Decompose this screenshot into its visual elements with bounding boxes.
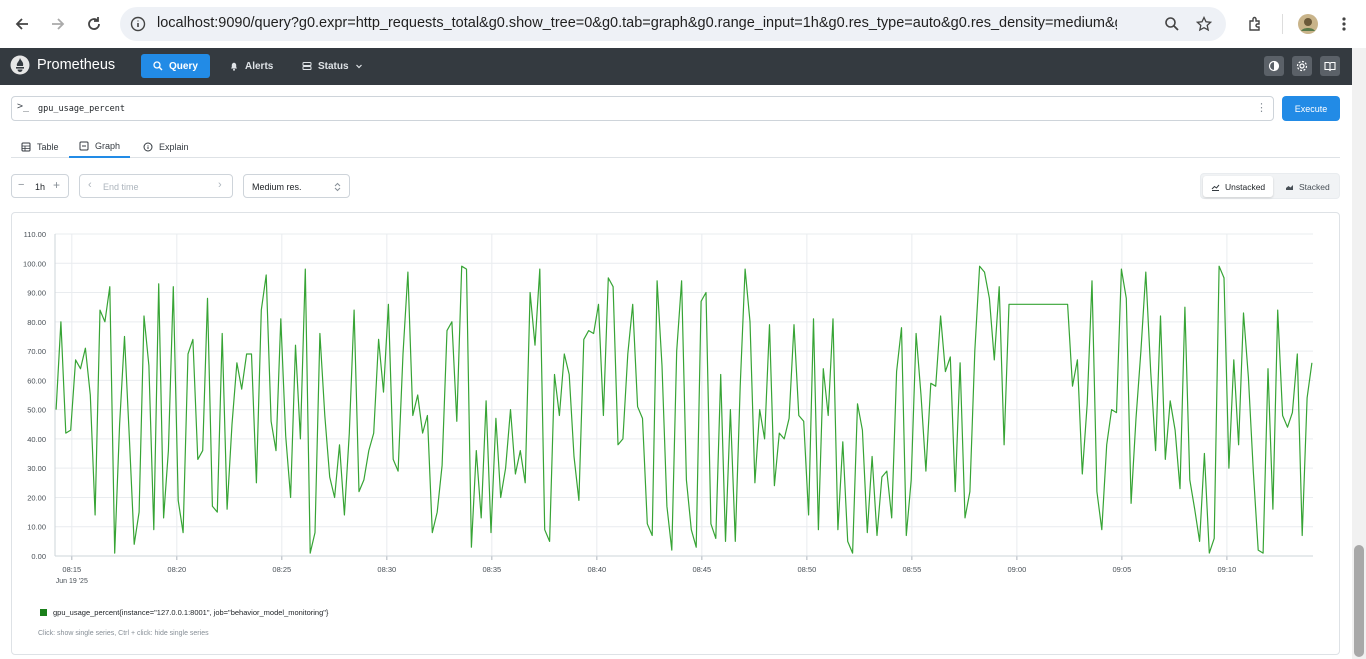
prompt-icon: >_ — [17, 101, 30, 112]
graph-icon — [79, 141, 89, 150]
browser-toolbar: localhost:9090/query?g0.expr=http_reques… — [0, 0, 1366, 48]
x-tick-label: 08:30 — [377, 565, 396, 574]
y-tick-label: 100.00 — [23, 259, 46, 268]
extensions-icon[interactable] — [1243, 12, 1267, 36]
nav-query[interactable]: Query — [141, 54, 210, 78]
range-input[interactable]: − 1h + — [11, 174, 69, 198]
tab-table-label: Table — [37, 141, 59, 152]
bookmark-star-icon[interactable] — [1194, 14, 1214, 34]
menu-kebab-icon[interactable] — [1332, 12, 1356, 36]
chevron-down-icon — [355, 64, 362, 69]
y-tick-label: 20.00 — [27, 493, 46, 502]
legend-swatch — [40, 609, 47, 616]
search-icon — [153, 61, 163, 71]
range-value: 1h — [35, 182, 46, 192]
x-tick-label: 08:45 — [692, 565, 711, 574]
gear-icon — [1296, 60, 1308, 72]
expression-menu-icon[interactable]: ⋮ — [1256, 101, 1267, 114]
y-tick-label: 0.00 — [31, 552, 46, 561]
x-tick-label: 09:10 — [1218, 565, 1237, 574]
brand[interactable]: Prometheus — [10, 55, 115, 75]
settings-button[interactable] — [1292, 56, 1312, 76]
address-bar[interactable]: localhost:9090/query?g0.expr=http_reques… — [120, 7, 1226, 41]
y-tick-label: 110.00 — [24, 230, 46, 239]
end-time-input[interactable]: ‹ End time › — [79, 174, 233, 198]
legend-series-label: gpu_usage_percent{instance="127.0.0.1:80… — [53, 608, 329, 617]
x-tick-label: 08:20 — [167, 565, 186, 574]
x-tick-label: 09:00 — [1007, 565, 1026, 574]
x-tick-label: 08:35 — [482, 565, 501, 574]
previous-time-icon[interactable]: ‹ — [88, 179, 92, 191]
forward-icon[interactable] — [46, 12, 70, 36]
nav-status[interactable]: Status — [290, 54, 375, 78]
increase-range-icon[interactable]: + — [53, 178, 60, 192]
prometheus-logo-icon — [10, 55, 30, 75]
scrollbar-thumb[interactable] — [1354, 545, 1364, 657]
select-arrows-icon — [334, 182, 341, 192]
area-chart-icon — [1286, 184, 1293, 190]
y-tick-label: 80.00 — [27, 318, 46, 327]
server-icon — [302, 62, 312, 70]
unstacked-option[interactable]: Unstacked — [1203, 176, 1274, 197]
x-tick-label: 08:50 — [797, 565, 816, 574]
x-tick-sublabel: Jun 19 '25 — [56, 578, 88, 585]
tab-graph-label: Graph — [95, 140, 121, 151]
y-tick-label: 90.00 — [27, 289, 46, 298]
tab-graph[interactable]: Graph — [69, 135, 131, 158]
nav-alerts-label: Alerts — [245, 60, 274, 72]
stacked-label: Stacked — [1299, 181, 1330, 192]
y-tick-label: 30.00 — [27, 464, 46, 473]
expression-text[interactable]: gpu_usage_percent — [38, 104, 125, 114]
info-icon — [143, 142, 153, 151]
tab-explain-label: Explain — [159, 141, 189, 152]
decrease-range-icon[interactable]: − — [18, 179, 24, 191]
resolution-value: Medium res. — [252, 182, 302, 192]
line-chart[interactable]: 0.00 10.00 20.00 30.00 40.00 50.00 60.00 70.00 8… — [0, 220, 1340, 590]
brand-name: Prometheus — [37, 57, 116, 73]
nav-query-label: Query — [169, 60, 198, 72]
unstacked-label: Unstacked — [1225, 181, 1266, 192]
end-time-placeholder: End time — [103, 182, 139, 192]
page-scrollbar[interactable] — [1352, 48, 1366, 659]
result-tabs: Table Graph Explain — [11, 135, 1340, 158]
back-icon[interactable] — [10, 12, 34, 36]
nav-status-label: Status — [318, 60, 349, 72]
theme-toggle-button[interactable] — [1264, 56, 1284, 76]
zoom-icon[interactable] — [1162, 14, 1182, 34]
bell-icon — [231, 62, 237, 71]
site-info-icon[interactable] — [128, 14, 148, 34]
avatar[interactable] — [1296, 12, 1320, 36]
line-chart-icon — [1211, 184, 1220, 191]
toolbar-divider — [1282, 14, 1283, 34]
y-tick-label: 10.00 — [27, 523, 46, 532]
x-tick-label: 08:15 — [62, 565, 81, 574]
stacked-option[interactable]: Stacked — [1277, 176, 1338, 197]
url-text: localhost:9090/query?g0.expr=http_reques… — [157, 15, 1117, 31]
book-icon — [1324, 61, 1336, 72]
chart-legend[interactable]: gpu_usage_percent{instance="127.0.0.1:80… — [40, 608, 328, 617]
contrast-icon — [1268, 60, 1280, 72]
docs-button[interactable] — [1320, 56, 1340, 76]
y-tick-label: 50.00 — [27, 406, 46, 415]
reload-icon[interactable] — [82, 12, 106, 36]
nav-alerts[interactable]: Alerts — [217, 54, 285, 78]
next-time-icon[interactable]: › — [218, 179, 222, 191]
resolution-select[interactable]: Medium res. — [243, 174, 350, 198]
tab-table[interactable]: Table — [11, 135, 69, 158]
x-tick-label: 09:05 — [1112, 565, 1131, 574]
tab-explain[interactable]: Explain — [133, 135, 199, 158]
x-tick-label: 08:25 — [272, 565, 291, 574]
execute-button[interactable]: Execute — [1282, 96, 1340, 121]
stack-mode-toggle: Unstacked Stacked — [1200, 173, 1340, 199]
y-tick-label: 70.00 — [27, 347, 46, 356]
app-header: Prometheus Query Alerts Status — [0, 48, 1352, 85]
table-icon — [21, 142, 31, 151]
y-tick-label: 40.00 — [27, 435, 46, 444]
x-tick-label: 08:40 — [587, 565, 606, 574]
legend-hint: Click: show single series, Ctrl + click:… — [38, 630, 209, 637]
expression-input[interactable]: >_ gpu_usage_percent ⋮ — [11, 96, 1274, 121]
x-tick-label: 08:55 — [902, 565, 921, 574]
y-tick-label: 60.00 — [27, 376, 46, 385]
